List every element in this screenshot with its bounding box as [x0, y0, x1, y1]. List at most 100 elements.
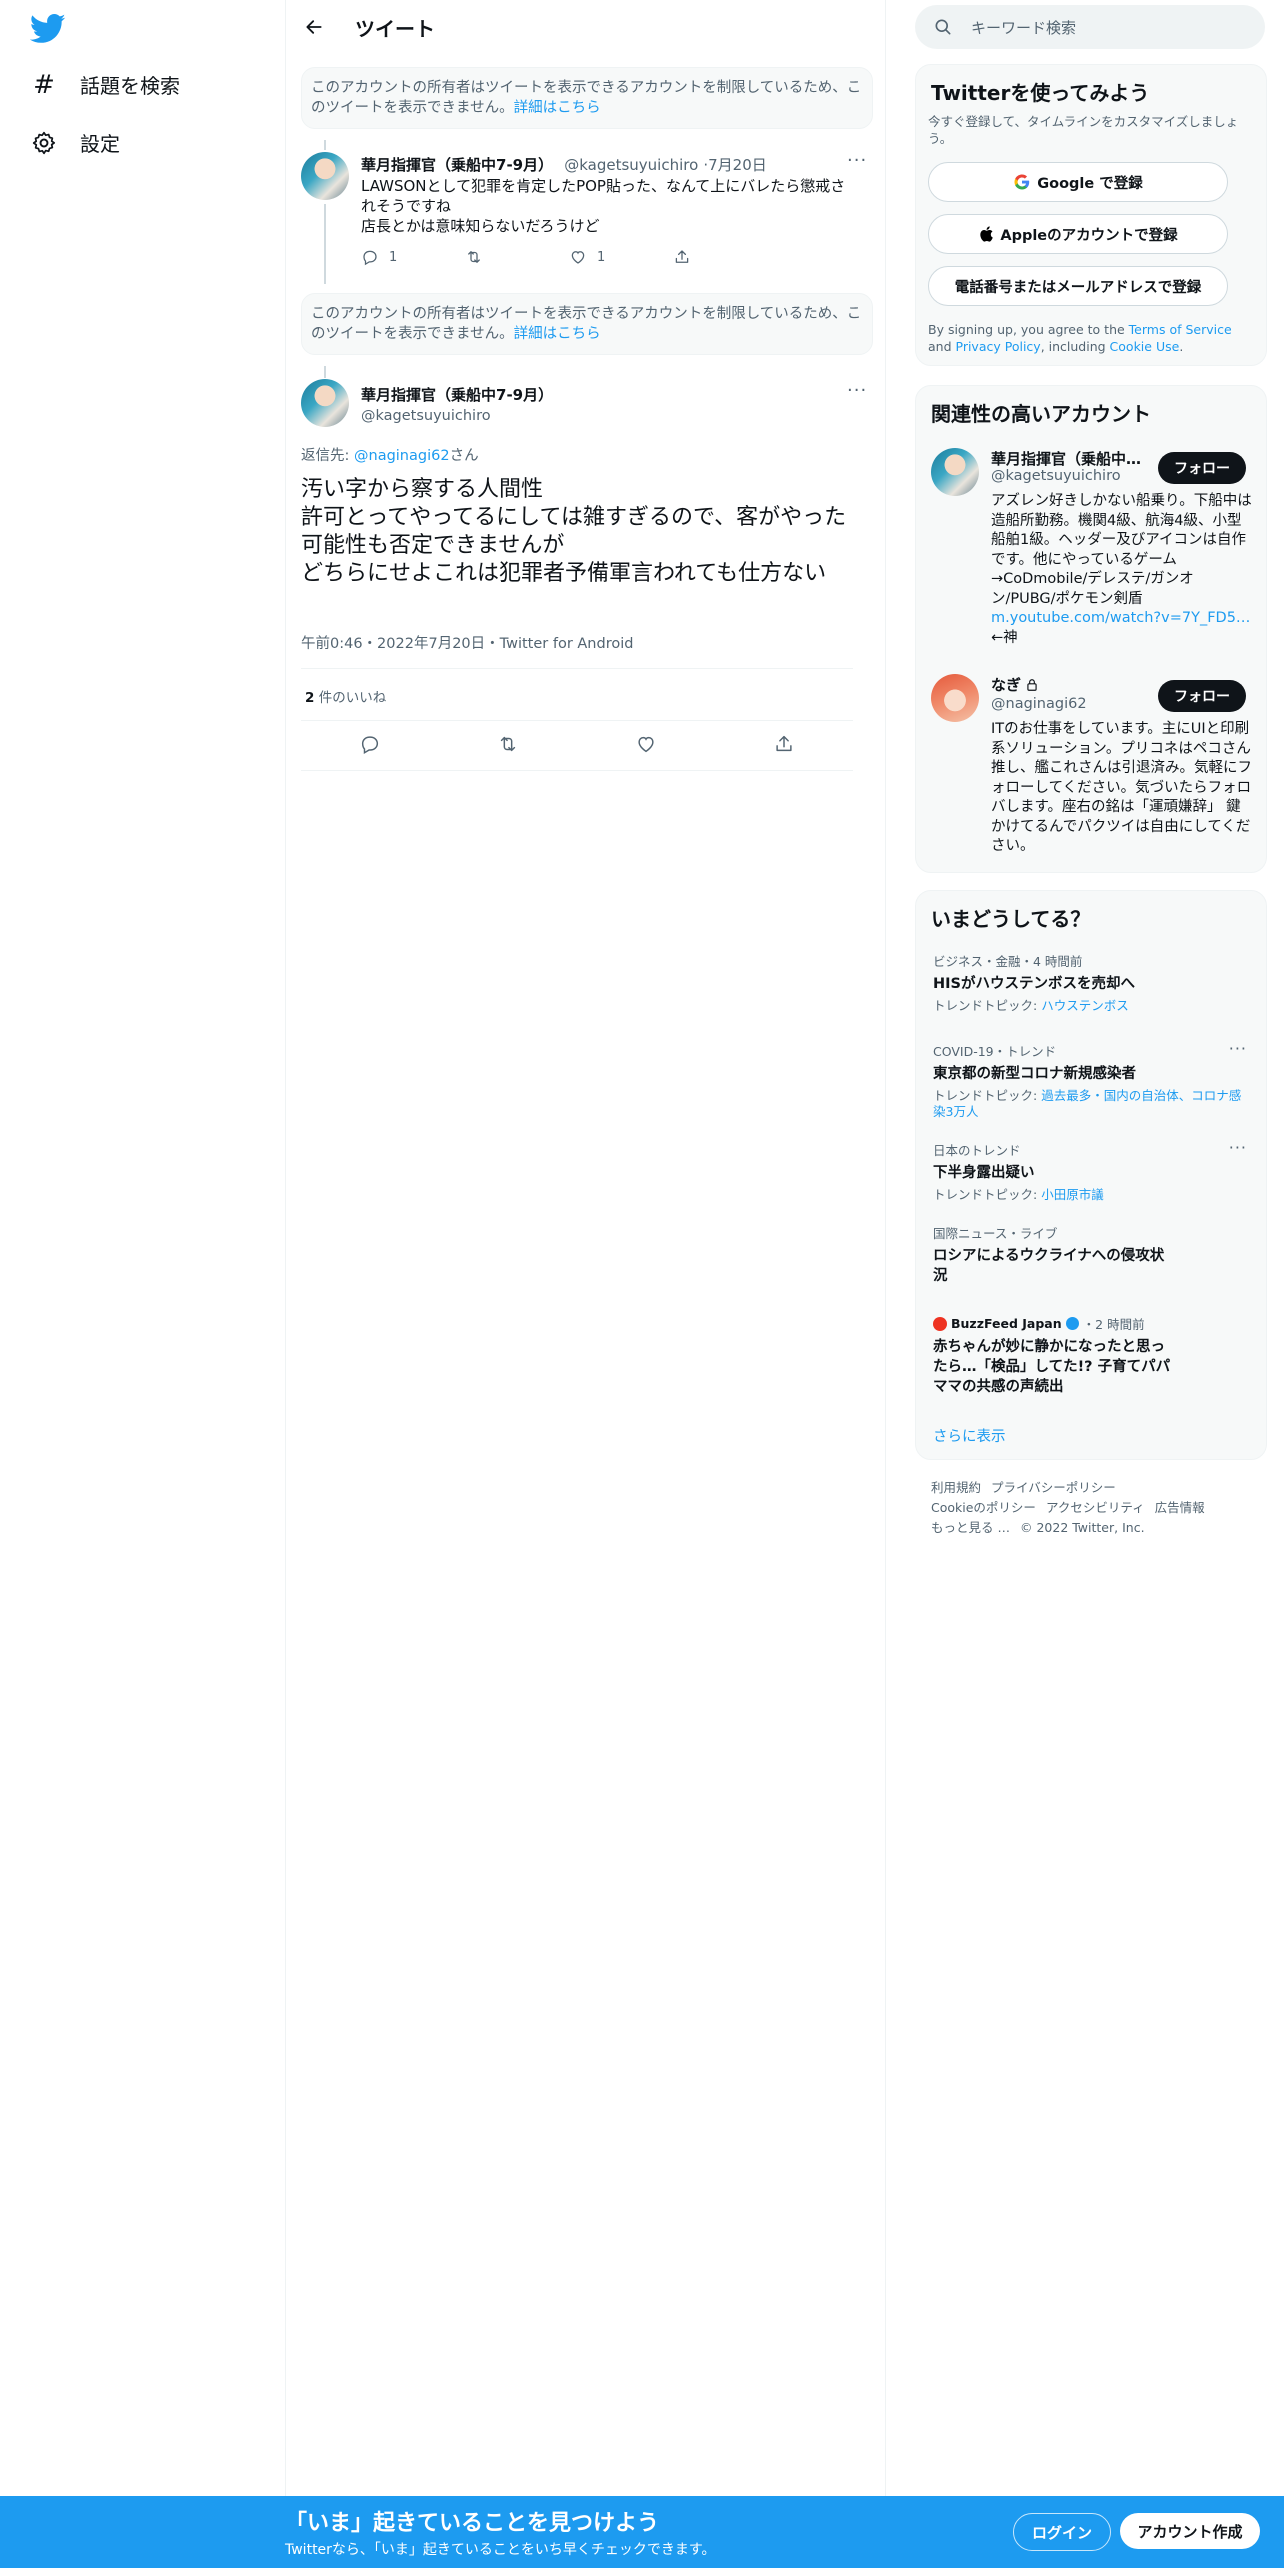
avatar[interactable] [931, 448, 979, 496]
lock-icon [1027, 678, 1037, 691]
share-icon [776, 735, 792, 752]
avatar[interactable] [301, 152, 349, 200]
cookie-link[interactable]: Cookie Use [1110, 339, 1180, 354]
likes-label: 件のいいね [318, 690, 387, 706]
more-icon[interactable]: ··· [1229, 1138, 1247, 1157]
avatar[interactable] [301, 379, 349, 427]
more-icon[interactable]: ··· [1229, 1039, 1247, 1058]
trend-item[interactable]: COVID-19・トレンド ··· 東京都の新型コロナ新規感染者 トレンドトピッ… [933, 1039, 1251, 1120]
reply-icon [363, 250, 377, 266]
like-count: 1 [597, 249, 606, 265]
bottom-bar-subtitle: Twitterなら、「いま」起きていることをいち早くチェックできます。 [285, 2542, 716, 2558]
share-button[interactable] [673, 248, 777, 266]
account-handle[interactable]: @kagetsuyuichiro [991, 468, 1121, 484]
nav-explore[interactable]: # 話題を検索 [30, 69, 180, 100]
tweet-text-line: 店長とかは意味知らないだろうけど [361, 217, 600, 235]
learn-more-link[interactable]: 詳細はこちら [514, 326, 601, 342]
terms-link[interactable]: Terms of Service [1129, 322, 1232, 337]
account-name[interactable]: なぎ [991, 674, 1021, 695]
footer-link-accessibility[interactable]: アクセシビリティ [1046, 1500, 1145, 1515]
user-handle[interactable]: @kagetsuyuichiro [361, 408, 553, 424]
account-handle[interactable]: @naginagi62 [991, 696, 1087, 712]
show-more-link[interactable]: さらに表示 [933, 1425, 1006, 1446]
nav-settings[interactable]: 設定 [30, 128, 120, 157]
back-arrow-icon[interactable] [297, 10, 331, 44]
user-name[interactable]: 華月指揮官（乗船中7-9月） [361, 156, 553, 174]
search-icon [935, 19, 951, 35]
trend-title: 下半身露出疑い [933, 1165, 1035, 1181]
footer-row: 利用規約 プライバシーポリシー [931, 1478, 1261, 1498]
footer-link-more[interactable]: もっと見る … [931, 1520, 1010, 1535]
google-signup-label: Google で登録 [1037, 175, 1143, 192]
hashtag-icon: # [33, 69, 55, 100]
tweet-user[interactable]: 華月指揮官（乗船中7-9月） @kagetsuyuichiro [361, 384, 553, 424]
heart-icon [638, 736, 654, 753]
share-button[interactable] [773, 733, 795, 759]
learn-more-link[interactable]: 詳細はこちら [514, 100, 601, 116]
trend-meta: ビジネス・金融・4 時間前 [933, 954, 1083, 969]
tweet-date[interactable]: 7月20日 [708, 156, 767, 174]
reply-to: 返信先: @naginagi62さん [301, 444, 479, 465]
reply-icon [361, 736, 379, 755]
reply-to-handle[interactable]: @naginagi62 [354, 448, 450, 464]
signup-button[interactable]: アカウント作成 [1120, 2513, 1260, 2549]
trend-topic-link[interactable]: 小田原市議 [1041, 1187, 1104, 1202]
footer-link-terms[interactable]: 利用規約 [931, 1480, 981, 1495]
likes-count: 2 [305, 690, 315, 706]
trend-topic-prefix: トレンドトピック: [933, 1088, 1042, 1103]
trend-meta: COVID-19・トレンド [933, 1044, 1057, 1059]
trend-title: HISがハウステンボスを売却へ [933, 976, 1135, 992]
search-input[interactable]: キーワード検索 [971, 17, 1076, 38]
footer-row: Cookieのポリシー アクセシビリティ 広告情報 [931, 1498, 1261, 1518]
nav-explore-label: 話題を検索 [80, 74, 180, 98]
footer-link-ads[interactable]: 広告情報 [1155, 1500, 1205, 1515]
like-button[interactable] [635, 733, 657, 759]
reply-to-suffix: さん [449, 448, 479, 464]
reply-button[interactable]: 1 [361, 248, 465, 266]
apple-signup-button[interactable]: Appleのアカウントで登録 [928, 214, 1228, 254]
trend-topic: トレンドトピック: 小田原市議 [933, 1187, 1251, 1203]
footer-link-cookie[interactable]: Cookieのポリシー [931, 1500, 1036, 1515]
avatar[interactable] [931, 674, 979, 722]
reply-button[interactable] [359, 733, 381, 759]
retweet-button[interactable] [465, 248, 569, 266]
bottom-bar-title: 「いま」起きていることを見つけよう [285, 2511, 660, 2536]
user-name[interactable]: 華月指揮官（乗船中7-9月） [361, 384, 553, 405]
account-name[interactable]: 華月指揮官（乗船中… [991, 448, 1141, 469]
legal-text: , including [1040, 339, 1110, 354]
reply-count: 1 [389, 249, 398, 265]
trend-topic: トレンドトピック: ハウステンボス [933, 998, 1251, 1014]
more-icon[interactable]: ··· [847, 150, 867, 171]
more-icon[interactable]: ··· [847, 380, 867, 401]
divider [301, 720, 853, 721]
trend-meta: 日本のトレンド [933, 1143, 1021, 1158]
retweet-icon [468, 251, 480, 263]
heart-icon [571, 251, 585, 264]
user-handle[interactable]: @kagetsuyuichiro [564, 156, 698, 174]
trend-topic-link[interactable]: ハウステンボス [1041, 998, 1129, 1013]
footer-row: もっと見る … © 2022 Twitter, Inc. [931, 1518, 1261, 1538]
follow-button[interactable]: フォロー [1158, 452, 1246, 484]
footer-link-privacy[interactable]: プライバシーポリシー [991, 1480, 1116, 1495]
search-box[interactable]: キーワード検索 [915, 5, 1265, 49]
news-item[interactable]: BuzzFeed Japan ・2 時間前 赤ちゃんが妙に静かになったと思ったら… [933, 1314, 1173, 1397]
google-signup-button[interactable]: Google で登録 [928, 162, 1228, 202]
bio-tail: ←神 [991, 629, 1018, 646]
trend-item[interactable]: ビジネス・金融・4 時間前 HISがハウステンボスを売却へ トレンドトピック: … [933, 951, 1251, 1014]
phone-email-signup-button[interactable]: 電話番号またはメールアドレスで登録 [928, 266, 1228, 306]
news-meta: BuzzFeed Japan ・2 時間前 [933, 1314, 1173, 1333]
tweet-timestamp[interactable]: 午前0:46・2022年7月20日・Twitter for Android [301, 632, 633, 653]
follow-button[interactable]: フォロー [1158, 680, 1246, 712]
restricted-notice: このアカウントの所有者はツイートを表示できるアカウントを制限しているため、このツ… [301, 293, 873, 355]
retweet-button[interactable] [497, 733, 519, 759]
login-button[interactable]: ログイン [1013, 2513, 1111, 2551]
divider [301, 770, 853, 771]
bio-link[interactable]: m.youtube.com/watch?v=7Y_FD5… [991, 610, 1250, 626]
trend-item[interactable]: 国際ニュース・ライブ ロシアによるウクライナへの侵攻状況 [933, 1223, 1173, 1286]
tweet-text-line: どちらにせよこれは犯罪者予備軍言われても仕方ない [301, 561, 827, 586]
privacy-link[interactable]: Privacy Policy [956, 339, 1041, 354]
like-button[interactable]: 1 [569, 248, 673, 266]
trend-item[interactable]: 日本のトレンド ··· 下半身露出疑い トレンドトピック: 小田原市議 [933, 1138, 1251, 1203]
likes-summary[interactable]: 2 件のいいね [305, 686, 386, 706]
twitter-logo-icon[interactable] [30, 14, 66, 44]
